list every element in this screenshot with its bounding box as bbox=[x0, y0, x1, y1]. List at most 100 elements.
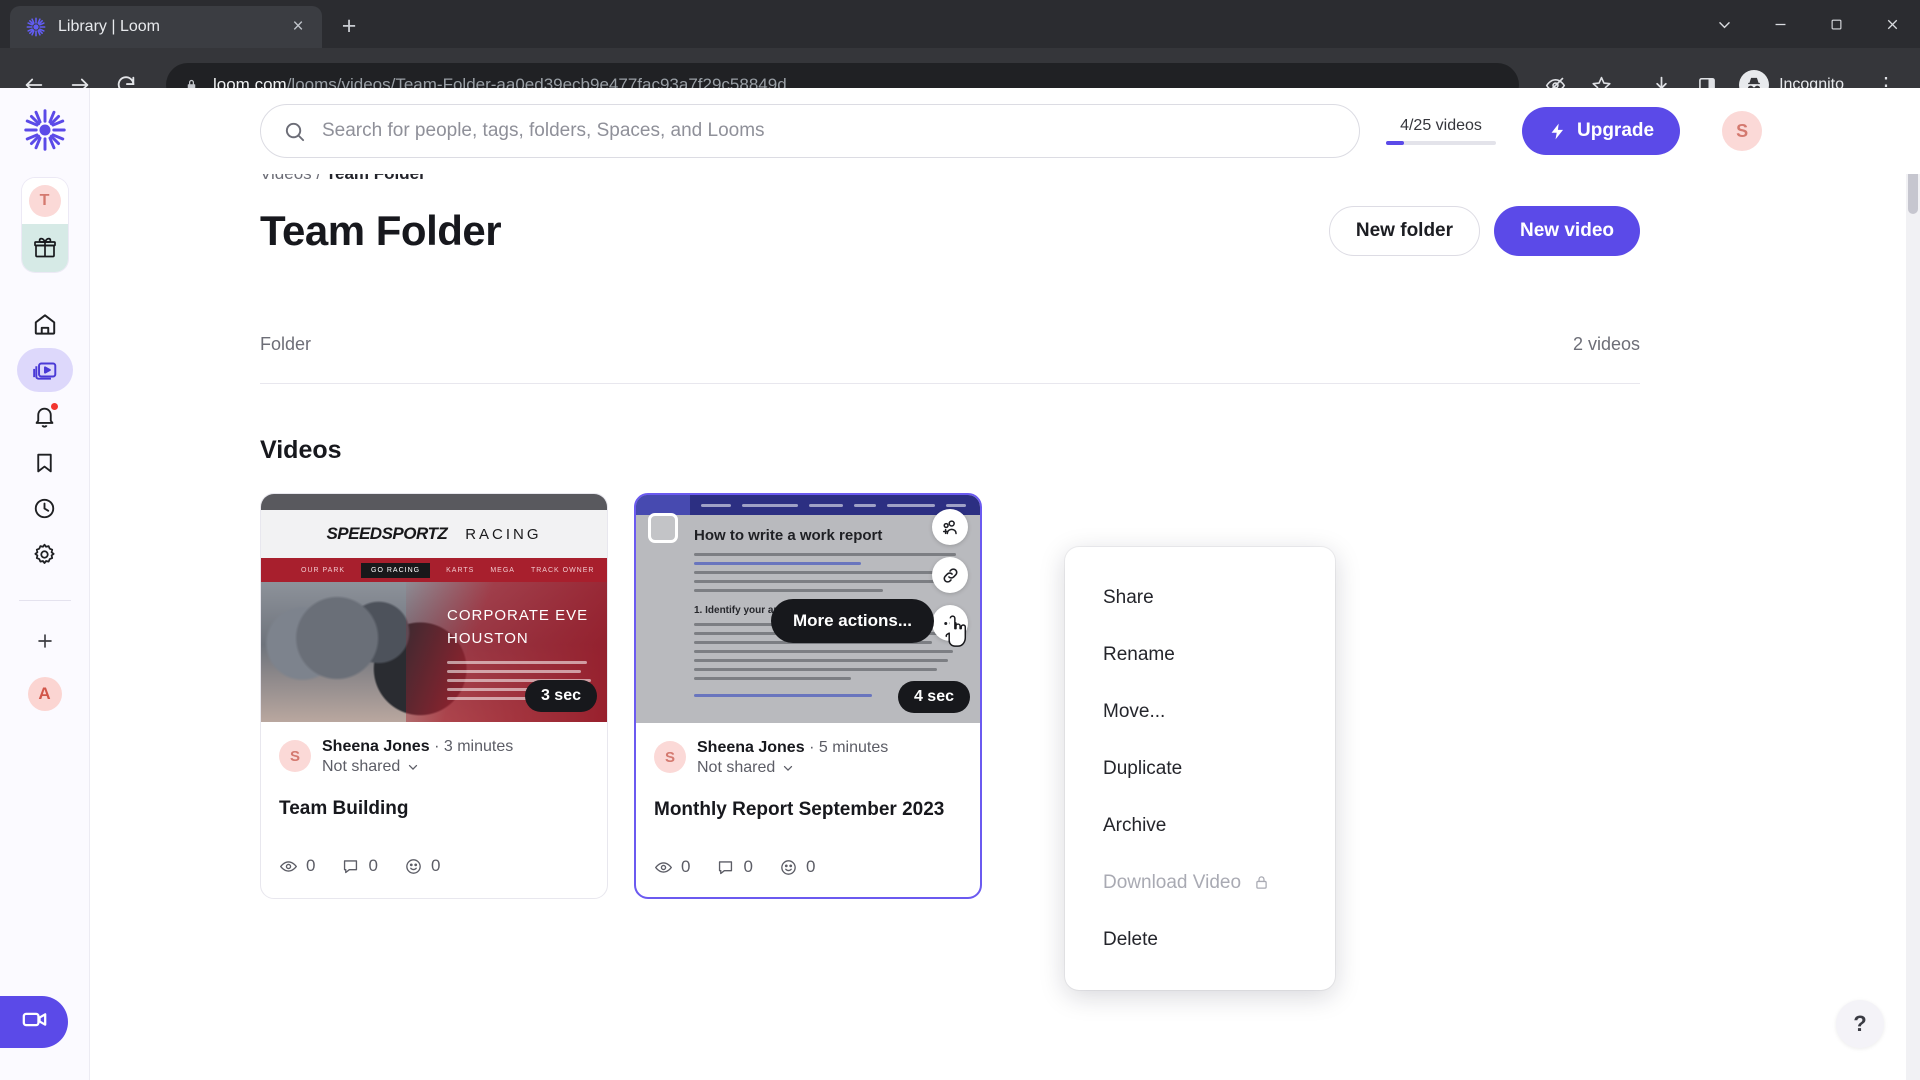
browser-tabstrip: Library | Loom × + bbox=[0, 0, 1920, 48]
owner-name: Sheena Jones bbox=[697, 739, 805, 756]
workspace-switcher[interactable]: T bbox=[21, 178, 68, 272]
video-age: 3 minutes bbox=[443, 738, 514, 755]
tab-title: Library | Loom bbox=[58, 18, 160, 35]
menu-item-rename[interactable]: Rename bbox=[1065, 626, 1335, 683]
video-card-body: S Sheena Jones · 3 minutes Not shared Te… bbox=[261, 722, 607, 896]
views-count: 0 bbox=[306, 856, 316, 875]
help-button[interactable]: ? bbox=[1836, 1000, 1884, 1048]
sidebar-item-library[interactable] bbox=[16, 348, 73, 392]
video-camera-icon bbox=[21, 1006, 48, 1038]
workspace-avatar-letter: T bbox=[28, 185, 61, 217]
reactions-count: 0 bbox=[805, 857, 816, 876]
browser-tab[interactable]: Library | Loom × bbox=[10, 6, 322, 48]
meta-separator: · bbox=[809, 739, 815, 756]
menu-item-move[interactable]: Move... bbox=[1065, 683, 1335, 740]
mouse-cursor bbox=[942, 615, 970, 649]
new-folder-button[interactable]: New folder bbox=[1328, 206, 1481, 256]
record-video-button[interactable] bbox=[0, 996, 68, 1048]
menu-item-duplicate[interactable]: Duplicate bbox=[1065, 740, 1335, 797]
new-video-button[interactable]: New video bbox=[1494, 206, 1640, 256]
sidebar-item-history[interactable] bbox=[17, 486, 73, 530]
sidebar: T A bbox=[0, 88, 90, 1080]
thumbnail-nav-item: MEGA bbox=[490, 566, 515, 574]
tab-list-chevron-down-icon[interactable] bbox=[1696, 0, 1752, 48]
user-avatar[interactable]: S bbox=[1722, 111, 1763, 151]
sidebar-item-notifications[interactable] bbox=[17, 394, 73, 438]
gift-icon[interactable] bbox=[21, 224, 68, 272]
owner-avatar: S bbox=[654, 741, 686, 773]
video-duration-badge: 3 sec bbox=[524, 680, 597, 712]
window-controls bbox=[1696, 0, 1920, 48]
quota-fill bbox=[1386, 141, 1404, 145]
video-age: 5 minutes bbox=[818, 739, 889, 756]
eye-icon bbox=[654, 858, 673, 877]
more-actions-tooltip: More actions... bbox=[770, 599, 934, 643]
page-title: Team Folder bbox=[260, 207, 502, 254]
sidebar-item-bookmarks[interactable] bbox=[17, 440, 73, 484]
sidebar-item-settings[interactable] bbox=[17, 532, 73, 576]
menu-item-delete[interactable]: Delete bbox=[1065, 911, 1335, 968]
thumbnail-brand-primary: SPEEDSPORTZ bbox=[326, 524, 448, 543]
thumbnail-brand-block bbox=[636, 495, 690, 515]
menu-item-archive[interactable]: Archive bbox=[1065, 797, 1335, 854]
reactions-count: 0 bbox=[430, 856, 441, 875]
search-icon bbox=[283, 120, 306, 143]
sidebar-add-button[interactable] bbox=[23, 619, 67, 663]
share-state-label: Not shared bbox=[697, 759, 776, 776]
add-people-icon[interactable] bbox=[932, 509, 968, 545]
video-stats: 0 0 0 bbox=[279, 856, 589, 896]
comments-stat: 0 bbox=[341, 856, 378, 876]
comments-stat: 0 bbox=[716, 857, 753, 877]
thumbnail-logo-row: SPEEDSPORTZ RACING bbox=[261, 510, 607, 558]
eye-icon bbox=[279, 857, 298, 876]
meta-separator: · bbox=[434, 738, 440, 755]
thumbnail-headline-line1: CORPORATE EVE bbox=[447, 607, 589, 624]
video-count-label: 2 videos bbox=[1572, 334, 1640, 354]
page-scrollbar[interactable] bbox=[1906, 88, 1920, 1080]
maximize-icon[interactable] bbox=[1808, 0, 1864, 48]
menu-item-download-video: Download Video bbox=[1065, 854, 1335, 911]
owner-avatar: S bbox=[279, 740, 311, 772]
views-count: 0 bbox=[681, 857, 691, 876]
menu-item-share[interactable]: Share bbox=[1065, 569, 1335, 626]
loom-app: T A Search for people, tags, folders, Sp… bbox=[0, 88, 1920, 1080]
views-stat: 0 bbox=[279, 856, 315, 876]
context-menu: Share Rename Move... Duplicate Archive D… bbox=[1065, 547, 1335, 990]
video-thumbnail[interactable]: How to write a work report 1. Identify y… bbox=[636, 495, 980, 723]
video-card[interactable]: SPEEDSPORTZ RACING OUR PARK GO RACING KA… bbox=[260, 493, 608, 899]
video-thumbnail[interactable]: SPEEDSPORTZ RACING OUR PARK GO RACING KA… bbox=[261, 494, 607, 722]
browser-window: Library | Loom × + loom.com/looms/videos… bbox=[0, 0, 1920, 1080]
views-stat: 0 bbox=[654, 857, 690, 877]
minimize-icon[interactable] bbox=[1752, 0, 1808, 48]
video-title[interactable]: Team Building bbox=[279, 798, 589, 820]
search-box[interactable] bbox=[260, 104, 1360, 158]
reactions-stat: 0 bbox=[779, 857, 815, 877]
search-input[interactable] bbox=[322, 120, 1337, 142]
share-state-row[interactable]: Not shared bbox=[697, 759, 888, 777]
owner-meta: Sheena Jones · 3 minutes bbox=[322, 738, 513, 756]
sidebar-item-home[interactable] bbox=[17, 302, 73, 346]
select-checkbox[interactable] bbox=[648, 513, 678, 543]
workspace-avatar[interactable]: T bbox=[21, 178, 68, 224]
new-tab-button[interactable]: + bbox=[332, 10, 366, 44]
thumbnail-browser-bar bbox=[261, 494, 607, 510]
videos-section-title: Videos bbox=[260, 436, 342, 464]
video-title[interactable]: Monthly Report September 2023 bbox=[654, 799, 962, 821]
loom-logo-icon[interactable] bbox=[23, 108, 67, 152]
notification-badge bbox=[48, 401, 60, 412]
comment-icon bbox=[341, 857, 360, 876]
close-icon[interactable]: × bbox=[286, 15, 310, 39]
video-card[interactable]: How to write a work report 1. Identify y… bbox=[634, 493, 982, 899]
sidebar-divider bbox=[18, 600, 71, 601]
videos-grid: SPEEDSPORTZ RACING OUR PARK GO RACING KA… bbox=[260, 493, 1730, 899]
owner-name: Sheena Jones bbox=[322, 738, 430, 755]
chevron-down-icon bbox=[406, 760, 420, 774]
link-icon[interactable] bbox=[932, 557, 968, 593]
upgrade-button[interactable]: Upgrade bbox=[1522, 107, 1681, 155]
folder-meta: Folder 2 videos bbox=[260, 334, 1730, 355]
share-state-row[interactable]: Not shared bbox=[322, 758, 513, 776]
account-avatar[interactable]: A bbox=[27, 677, 62, 711]
loom-logo-icon bbox=[26, 17, 46, 37]
reactions-stat: 0 bbox=[404, 856, 440, 876]
close-window-icon[interactable] bbox=[1864, 0, 1920, 48]
